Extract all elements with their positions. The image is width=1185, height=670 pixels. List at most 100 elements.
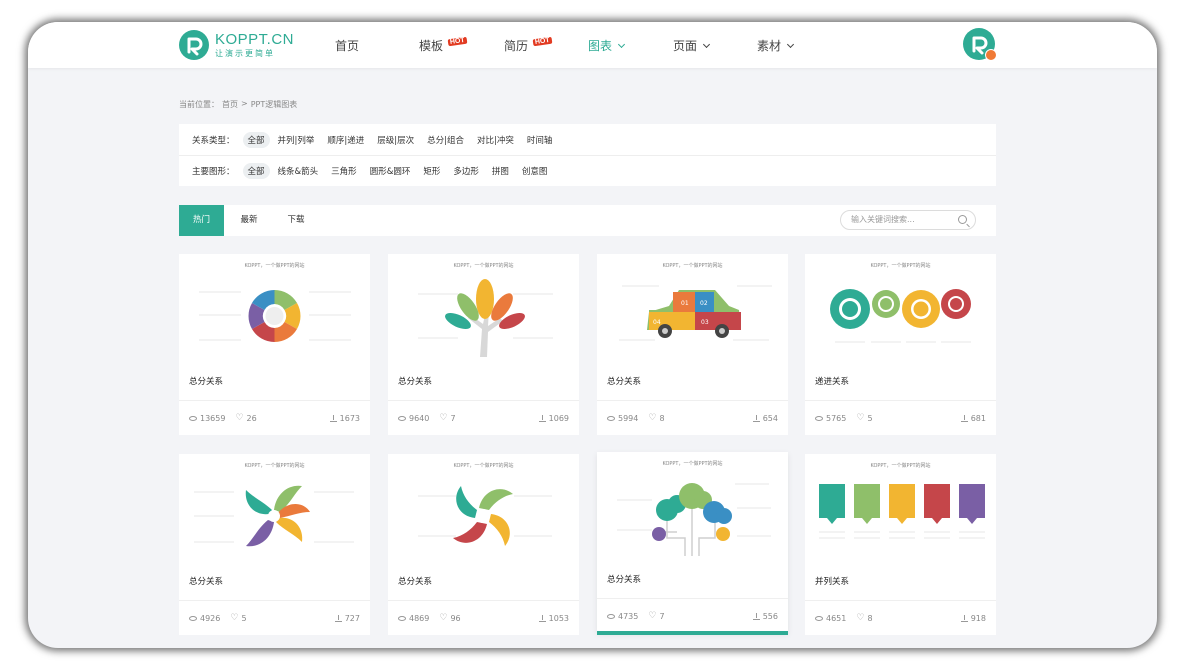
user-avatar[interactable] — [963, 28, 997, 61]
card-divider — [179, 600, 370, 601]
template-card[interactable]: KOPPT，一个做PPT的网站 01 02 03 04 总分关系 5994 ♡ … — [597, 254, 788, 435]
card-title[interactable]: 递进关系 — [815, 375, 849, 387]
template-card[interactable]: KOPPT，一个做PPT的网站 总分关系 4869 ♡ 96 1053 — [388, 454, 579, 635]
like-icon[interactable]: ♡ — [856, 413, 864, 423]
relation-option-all[interactable]: 全部 — [242, 132, 270, 148]
like-icon[interactable]: ♡ — [648, 611, 656, 621]
card-title[interactable]: 总分关系 — [189, 375, 223, 387]
like-icon[interactable]: ♡ — [648, 413, 656, 423]
card-title[interactable]: 并列关系 — [815, 575, 849, 587]
card-thumbnail[interactable]: KOPPT，一个做PPT的网站 — [597, 452, 788, 562]
card-hover-bar — [597, 631, 788, 635]
filter-panel: 关系类型： 全部 并列|列举 顺序|递进 层级|层次 总分|组合 对比|冲突 时… — [179, 124, 996, 186]
search-icon[interactable] — [958, 215, 967, 224]
card-title[interactable]: 总分关系 — [398, 575, 432, 587]
relation-option-combination[interactable]: 总分|组合 — [422, 132, 469, 148]
card-thumbnail[interactable]: KOPPT，一个做PPT的网站 — [805, 454, 996, 564]
card-title[interactable]: 总分关系 — [398, 375, 432, 387]
template-card[interactable]: KOPPT，一个做PPT的网站 总分关系 4926 ♡ 5 727 — [179, 454, 370, 635]
card-divider — [805, 400, 996, 401]
nav-item-pages[interactable]: 页面 — [673, 37, 711, 54]
cloud-tree-diagram — [652, 483, 732, 556]
like-icon[interactable]: ♡ — [856, 613, 864, 623]
shape-option-puzzle[interactable]: 拼图 — [487, 163, 514, 179]
card-thumbnail[interactable]: KOPPT，一个做PPT的网站 — [179, 254, 370, 364]
template-card[interactable]: KOPPT，一个做PPT的网站 总分关系 13659 ♡ 26 1673 — [179, 254, 370, 435]
likes-count: 5 — [241, 613, 247, 623]
shape-option-all[interactable]: 全部 — [242, 163, 270, 179]
views-icon — [398, 415, 406, 421]
views-icon — [398, 615, 406, 621]
relation-option-parallel[interactable]: 并列|列举 — [273, 132, 320, 148]
browser-frame: KOPPT.CN 让演示更简单 首页 模板 HOT 简历 HOT 图表 页面 素… — [28, 22, 1157, 648]
thumb-caption: KOPPT，一个做PPT的网站 — [870, 462, 930, 469]
relation-filter-label: 关系类型： — [192, 136, 235, 146]
views-count: 4651 — [826, 613, 847, 623]
likes-count: 7 — [659, 611, 665, 621]
relation-option-contrast[interactable]: 对比|冲突 — [472, 132, 519, 148]
nav-item-resume[interactable]: 简历 HOT — [504, 36, 553, 54]
tab-latest[interactable]: 最新 — [229, 205, 269, 236]
template-card[interactable]: KOPPT，一个做PPT的网站 并列关系 4651 ♡ 8 918 — [805, 454, 996, 635]
nav-label: 素材 — [757, 39, 782, 53]
nav-item-materials[interactable]: 素材 — [757, 37, 795, 54]
download-icon[interactable] — [334, 614, 342, 622]
like-icon[interactable]: ♡ — [439, 613, 447, 623]
relation-option-timeline[interactable]: 时间轴 — [522, 132, 558, 148]
nav-item-home[interactable]: 首页 — [335, 37, 359, 54]
nav-label: 图表 — [588, 39, 613, 53]
download-icon[interactable] — [538, 614, 546, 622]
site-logo[interactable]: KOPPT.CN 让演示更简单 — [179, 28, 294, 62]
puzzle-label-01: 01 — [681, 300, 689, 307]
likes-count: 96 — [450, 613, 461, 623]
nav-item-charts[interactable]: 图表 — [588, 37, 626, 54]
shape-option-rectangle[interactable]: 矩形 — [418, 163, 445, 179]
card-thumbnail[interactable]: KOPPT，一个做PPT的网站 — [388, 254, 579, 364]
shape-option-creative[interactable]: 创意图 — [517, 163, 553, 179]
card-title[interactable]: 总分关系 — [607, 375, 641, 387]
card-thumbnail[interactable]: KOPPT，一个做PPT的网站 — [388, 454, 579, 564]
views-count: 9640 — [409, 413, 430, 423]
download-icon[interactable] — [752, 414, 760, 422]
filter-divider — [179, 155, 996, 156]
breadcrumb-home-link[interactable]: 首页 — [222, 99, 238, 110]
tab-hot[interactable]: 热门 — [179, 205, 224, 236]
card-thumbnail[interactable]: KOPPT，一个做PPT的网站 — [179, 454, 370, 564]
gears-diagram — [830, 289, 971, 329]
card-divider — [805, 600, 996, 601]
card-thumbnail[interactable]: KOPPT，一个做PPT的网站 — [805, 254, 996, 364]
relation-option-hierarchy[interactable]: 层级|层次 — [372, 132, 419, 148]
download-icon[interactable] — [329, 414, 337, 422]
shape-option-triangle[interactable]: 三角形 — [326, 163, 362, 179]
relation-option-sequence[interactable]: 顺序|递进 — [322, 132, 369, 148]
like-icon[interactable]: ♡ — [235, 413, 243, 423]
template-card[interactable]: KOPPT，一个做PPT的网站 递进关系 5765 ♡ 5 681 — [805, 254, 996, 435]
search-input[interactable]: 输入关键词搜索... — [840, 210, 976, 230]
shape-option-circle[interactable]: 圆形&圆环 — [365, 163, 416, 179]
shape-option-lines-arrows[interactable]: 线条&箭头 — [273, 163, 324, 179]
breadcrumb: 当前位置： 首页 > PPT逻辑图表 — [179, 99, 297, 110]
card-title[interactable]: 总分关系 — [189, 575, 223, 587]
views-icon — [815, 415, 823, 421]
download-icon[interactable] — [960, 614, 968, 622]
views-count: 4735 — [618, 611, 639, 621]
views-icon — [815, 615, 823, 621]
like-icon[interactable]: ♡ — [439, 413, 447, 423]
template-card[interactable]: KOPPT，一个做PPT的网站 总分关系 9640 ♡ 7 1069 — [388, 254, 579, 435]
nav-item-templates[interactable]: 模板 HOT — [419, 36, 468, 54]
card-stats: 4735 ♡ 7 556 — [607, 610, 778, 622]
template-card-hovered[interactable]: KOPPT，一个做PPT的网站 总分关系 4735 ♡ 7 556 — [597, 452, 788, 635]
card-title[interactable]: 总分关系 — [607, 573, 641, 585]
download-icon[interactable] — [752, 612, 760, 620]
like-icon[interactable]: ♡ — [230, 613, 238, 623]
sort-tab-bar: 热门 最新 下载 输入关键词搜索... — [179, 205, 996, 236]
tab-download[interactable]: 下载 — [276, 205, 316, 236]
card-thumbnail[interactable]: KOPPT，一个做PPT的网站 01 02 03 04 — [597, 254, 788, 364]
breadcrumb-separator: > — [241, 99, 248, 108]
card-stats: 9640 ♡ 7 1069 — [398, 412, 569, 424]
download-icon[interactable] — [538, 414, 546, 422]
swirl-diagram — [453, 486, 513, 546]
likes-count: 7 — [450, 413, 456, 423]
shape-option-polygon[interactable]: 多边形 — [448, 163, 484, 179]
download-icon[interactable] — [960, 414, 968, 422]
